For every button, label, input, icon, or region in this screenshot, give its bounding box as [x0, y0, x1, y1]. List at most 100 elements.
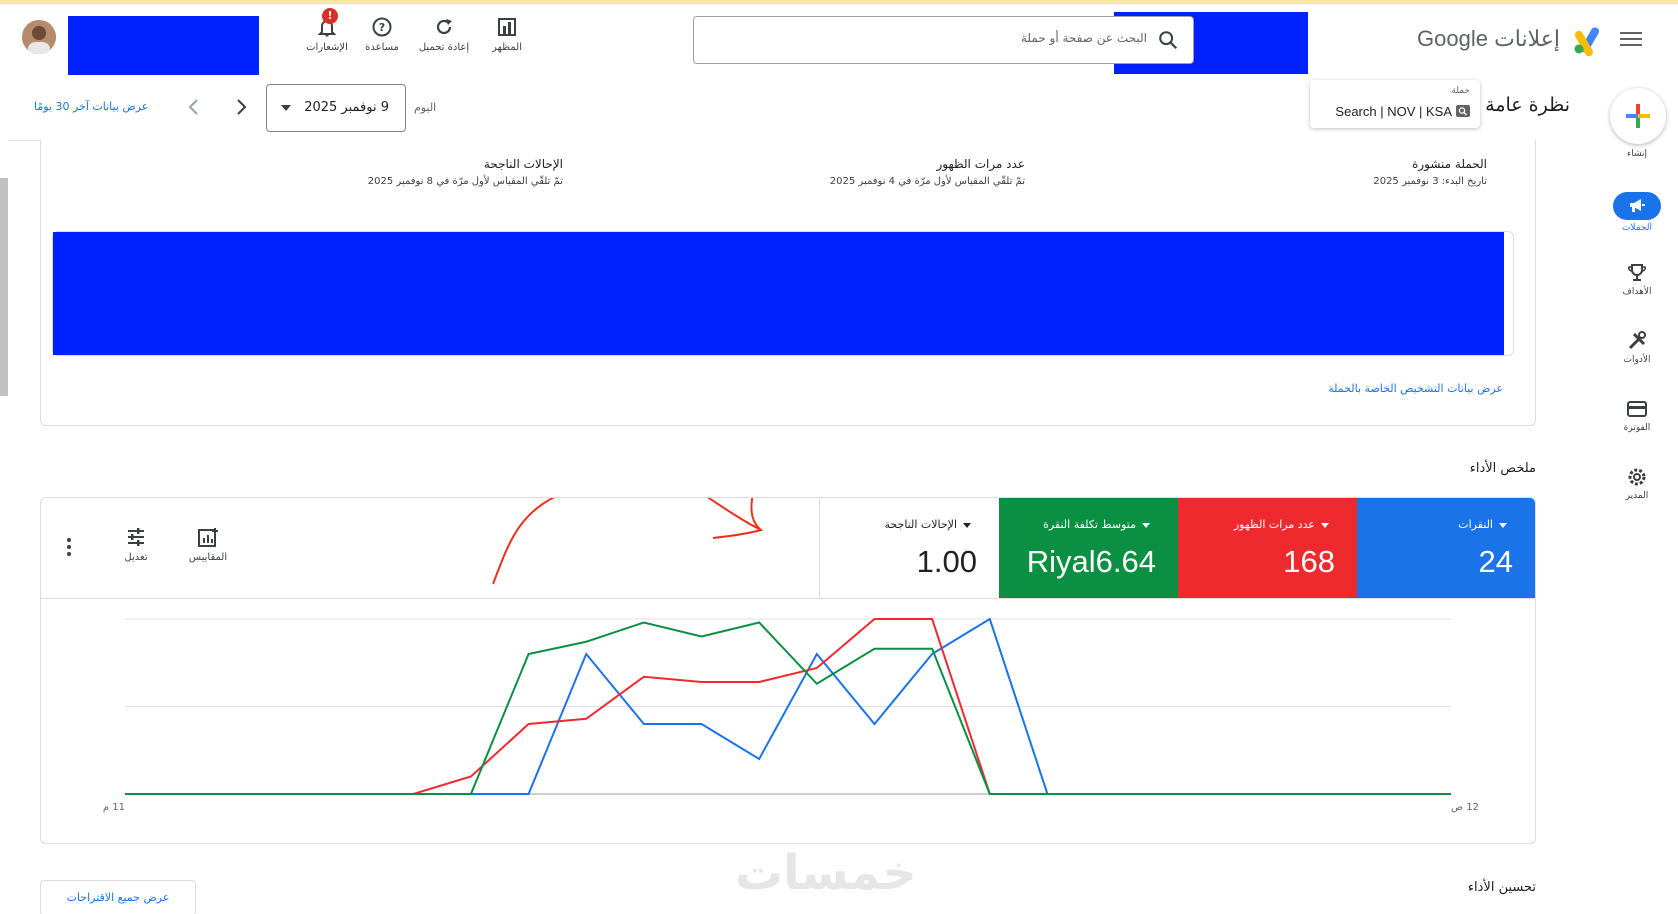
rail-item-admin[interactable]: المدير [1602, 466, 1672, 501]
rail-item-billing[interactable]: الفوترة [1602, 398, 1672, 433]
avatar[interactable] [22, 20, 56, 54]
scrollbar[interactable] [0, 178, 8, 396]
performance-line-chart: 12 ص 11 م [103, 617, 1479, 813]
add-chart-icon [198, 528, 218, 547]
notifications-label: الإشعارات [306, 42, 348, 53]
redacted-panel-frame [52, 231, 1514, 356]
chevron-right-icon [237, 99, 247, 115]
create-label-wrap: إنشاء [1602, 149, 1672, 159]
metrics-label: المقاييس [188, 552, 228, 563]
campaign-status-card: الحملة منشورة تاريخ البدء: 3 نوفمبر 2025… [40, 140, 1536, 426]
campaign-selector[interactable]: حملة Search | NOV | KSA [1310, 80, 1480, 128]
more-vert-icon [67, 538, 71, 556]
previous-date-button[interactable] [183, 96, 205, 118]
rail-item-label: الأدوات [1623, 355, 1651, 365]
search-placeholder: البحث عن صفحة أو حملة [1020, 31, 1147, 45]
refresh-label: إعادة تحميل [418, 42, 470, 53]
page-title: نظرة عامة [1485, 94, 1570, 116]
last-30-days-link[interactable]: عرض بيانات آخر 30 يومًا [34, 100, 148, 113]
chart-x-tick-label: 12 ص [1451, 802, 1479, 813]
metric-value: Riyal6.64 [1026, 544, 1156, 579]
tune-icon [128, 528, 144, 546]
watermark: خمسات [735, 845, 919, 901]
notification-badge: ! [322, 8, 338, 24]
tools-icon [1628, 331, 1646, 350]
chevron-down-icon [281, 105, 291, 111]
chevron-left-icon [188, 99, 198, 115]
rail-item-label: المدير [1625, 491, 1649, 501]
metrics-button[interactable]: المقاييس [179, 526, 237, 563]
more-options-button[interactable] [63, 536, 75, 558]
stat-subtitle: تمّ تلقّي المقياس لأول مرّة في 4 نوفمبر … [829, 176, 1025, 187]
campaign-name: Search | NOV | KSA [1335, 104, 1470, 119]
rail-item-tools[interactable]: الأدوات [1602, 330, 1672, 365]
help-icon: ? [372, 17, 392, 37]
svg-text:?: ? [379, 21, 385, 34]
appearance-icon [498, 18, 516, 36]
redacted-account-name [68, 16, 259, 75]
plus-icon [1626, 104, 1650, 128]
campaign-caption: حملة [1451, 86, 1470, 96]
rail-item-label: الحملات [1621, 223, 1653, 233]
view-all-suggestions-label: عرض جميع الاقتراحات [66, 891, 170, 904]
rail-item-goals[interactable]: الأهداف [1602, 262, 1672, 297]
search-icon [1159, 31, 1178, 50]
chart-x-tick-label: 11 م [103, 802, 125, 813]
help-label: مساعدة [365, 42, 399, 53]
metric-value: 1.00 [916, 544, 977, 579]
user-photo [22, 20, 56, 54]
search-campaign-icon [1456, 105, 1470, 117]
metric-label: النقرات [1458, 518, 1507, 531]
stat-conversions: الإحالات الناجحة تمّ تلقّي المقياس لأول … [368, 157, 563, 187]
view-all-suggestions-button[interactable]: عرض جميع الاقتراحات [40, 880, 196, 914]
section-title-performance: ملخص الأداء [1469, 461, 1536, 476]
search-input[interactable]: البحث عن صفحة أو حملة [693, 16, 1194, 64]
adjust-label: تعديل [124, 552, 148, 563]
date-value: 9 نوفمبر 2025 [304, 100, 389, 115]
app-brand: إعلانات Google [1417, 26, 1560, 51]
rail-item-label: الفوترة [1623, 423, 1651, 433]
stat-subtitle: تمّ تلقّي المقياس لأول مرّة في 8 نوفمبر … [367, 176, 563, 187]
top-accent-line [0, 0, 1678, 4]
trophy-icon [1628, 264, 1646, 281]
metric-value: 168 [1283, 544, 1335, 579]
campaign-name-text: Search | NOV | KSA [1335, 104, 1452, 119]
date-label: اليوم [414, 101, 437, 114]
appearance-label: المظهر [492, 42, 522, 53]
help-button[interactable]: ? مساعدة [353, 16, 411, 53]
redacted-chart-block [53, 232, 1504, 355]
gear-icon [1628, 468, 1646, 486]
create-label: إنشاء [1626, 149, 1647, 159]
main-menu-icon[interactable] [1620, 28, 1642, 50]
section-title-improve: تحسين الأداء [1467, 880, 1536, 895]
campaigns-icon [1630, 198, 1645, 212]
refresh-button[interactable]: إعادة تحميل [415, 16, 473, 53]
stat-impressions: عدد مرات الظهور تمّ تلقّي المقياس لأول م… [830, 157, 1025, 187]
rail-item-label: الأهداف [1622, 287, 1652, 297]
metric-value: 24 [1478, 544, 1513, 579]
metric-tile-conversions[interactable]: الإحالات الناجحة 1.00 [819, 498, 999, 598]
stat-title: عدد مرات الظهور [936, 157, 1025, 171]
adjust-button[interactable]: تعديل [107, 526, 165, 563]
notifications-button[interactable]: ! الإشعارات [298, 8, 356, 53]
annotation-arrow [492, 498, 764, 585]
stat-published: الحملة منشورة تاريخ البدء: 3 نوفمبر 2025 [1373, 157, 1487, 187]
stat-subtitle: تاريخ البدء: 3 نوفمبر 2025 [1373, 176, 1487, 187]
create-button[interactable] [1610, 88, 1666, 144]
metric-tile-avg-cpc[interactable]: متوسط تكلفة النقرة Riyal6.64 [999, 498, 1178, 598]
billing-icon [1627, 401, 1647, 417]
refresh-icon [436, 19, 452, 35]
date-picker[interactable]: 9 نوفمبر 2025 [266, 84, 406, 132]
metric-tile-impressions[interactable]: عدد مرات الظهور 168 [1178, 498, 1357, 598]
appearance-button[interactable]: المظهر [478, 16, 536, 53]
performance-card: النقرات 24 عدد مرات الظهور 168 متوسط تكل… [40, 497, 1536, 844]
stat-title: الحملة منشورة [1412, 157, 1487, 171]
metric-label: متوسط تكلفة النقرة [1043, 518, 1150, 531]
metric-label: عدد مرات الظهور [1234, 518, 1329, 531]
google-ads-logo [1574, 27, 1600, 56]
metric-tile-clicks[interactable]: النقرات 24 [1357, 498, 1535, 598]
diagnostics-link[interactable]: عرض بيانات التشخيص الخاصة بالحملة [1328, 382, 1503, 395]
stat-title: الإحالات الناجحة [483, 157, 563, 171]
rail-item-campaigns[interactable]: الحملات [1602, 192, 1672, 233]
next-date-button[interactable] [230, 96, 252, 118]
